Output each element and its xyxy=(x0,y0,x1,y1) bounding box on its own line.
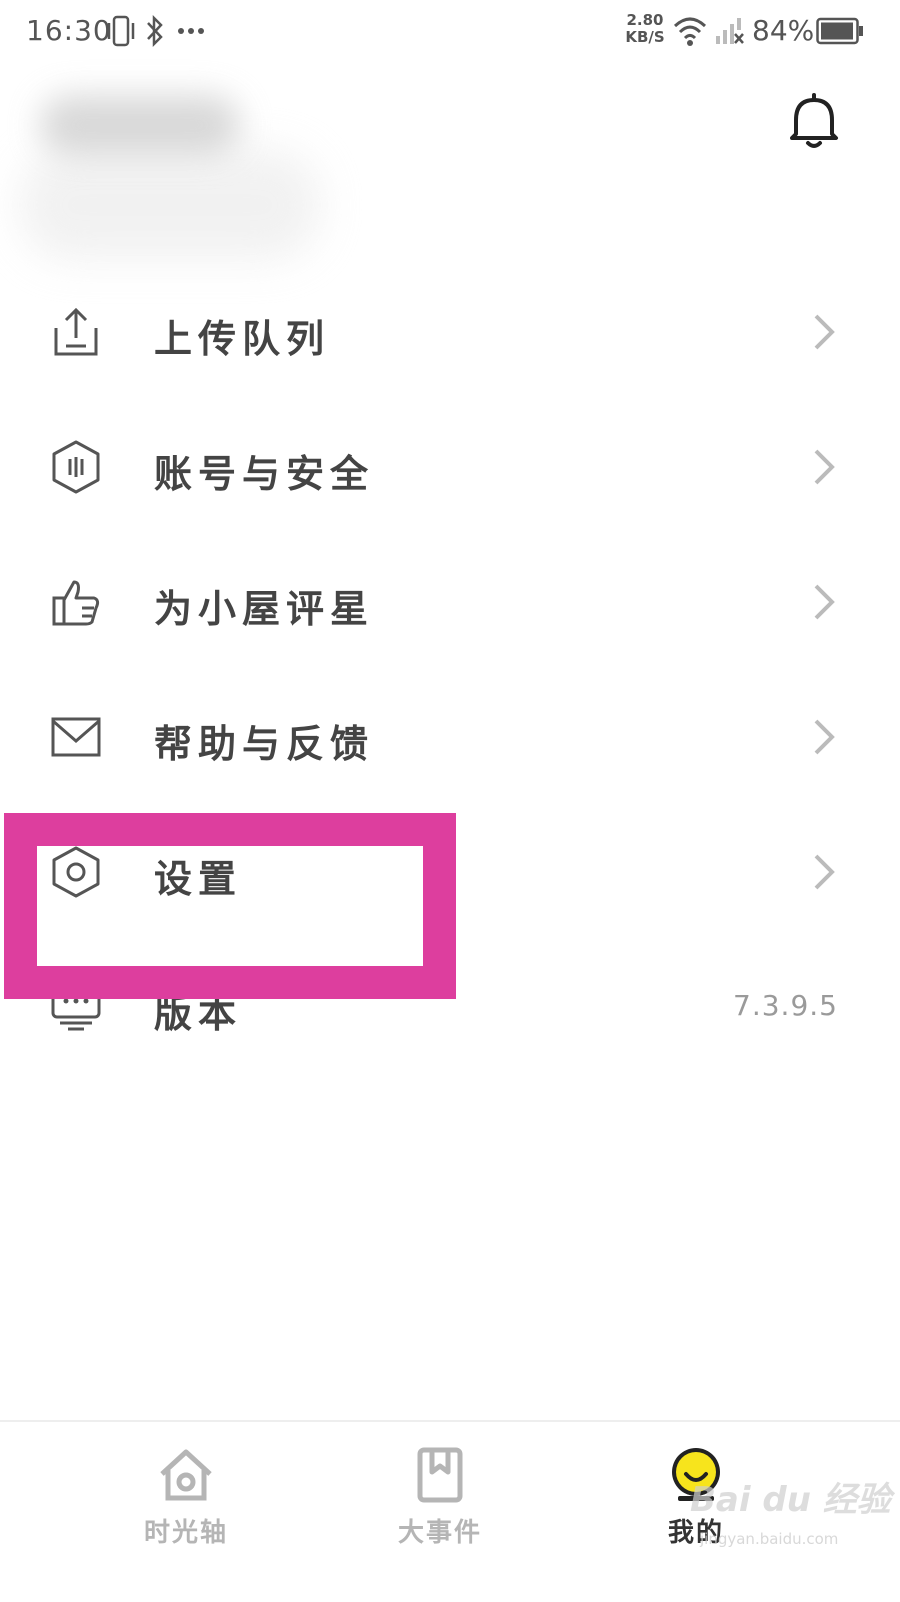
net-speed-value: 2.80 xyxy=(626,11,664,29)
menu-label: 版本 xyxy=(154,991,243,1036)
signal-icon xyxy=(716,18,744,44)
menu-item-account-security[interactable]: 账号与安全 xyxy=(0,405,900,525)
menu-label: 设置 xyxy=(154,856,243,901)
home-icon xyxy=(160,1449,212,1501)
battery-percent: 84% xyxy=(752,14,815,47)
upload-icon xyxy=(54,307,98,356)
chevron-right-icon xyxy=(814,449,835,485)
net-speed: 2.80 KB/S xyxy=(624,12,666,46)
bookmark-icon xyxy=(417,1447,463,1503)
profile-background-blur xyxy=(20,150,320,260)
wifi-icon xyxy=(673,17,707,46)
status-time: 16:30 xyxy=(26,14,112,47)
bluetooth-icon xyxy=(147,14,163,48)
menu-item-upload-queue[interactable]: 上传队列 xyxy=(0,270,900,390)
tab-label: 时光轴 xyxy=(143,1518,228,1548)
menu-label: 为小屋评星 xyxy=(154,586,375,631)
chevron-right-icon xyxy=(814,719,835,755)
thumbs-up-icon xyxy=(52,580,100,626)
menu-item-settings[interactable]: 设置 xyxy=(0,810,900,930)
monitor-chat-icon xyxy=(51,983,101,1031)
profile-name-blurred[interactable] xyxy=(40,95,240,155)
battery-icon xyxy=(816,17,863,45)
mail-icon xyxy=(51,717,101,757)
watermark-url: jingyan.baidu.com xyxy=(700,1530,839,1548)
tab-events[interactable]: 大事件 xyxy=(370,1446,510,1566)
version-number: 7.3.9.5 xyxy=(733,989,838,1022)
menu-item-version: 版本 7.3.9.5 xyxy=(0,945,900,1065)
more-icon xyxy=(178,28,204,34)
tab-label: 大事件 xyxy=(397,1518,482,1548)
menu-item-rate-app[interactable]: 为小屋评星 xyxy=(0,540,900,660)
menu-item-help-feedback[interactable]: 帮助与反馈 xyxy=(0,675,900,795)
tab-timeline[interactable]: 时光轴 xyxy=(116,1446,256,1566)
menu-label: 帮助与反馈 xyxy=(154,721,375,766)
bell-icon[interactable] xyxy=(786,92,842,152)
shield-icon xyxy=(52,440,100,494)
settings-hexagon-icon xyxy=(52,846,100,898)
bottom-nav: 时光轴 大事件 我的 Bai du 经验 jingyan.baidu.com xyxy=(0,1420,900,1602)
net-speed-unit: KB/S xyxy=(625,28,665,46)
status-bar: 16:30 2.80 KB/S 84% xyxy=(0,0,900,64)
menu-label: 账号与安全 xyxy=(154,451,375,496)
menu-label: 上传队列 xyxy=(154,316,331,361)
vibrate-icon xyxy=(107,15,135,47)
chevron-right-icon xyxy=(814,584,835,620)
chevron-right-icon xyxy=(814,854,835,890)
watermark-logo: Bai du 经验 xyxy=(690,1480,891,1520)
chevron-right-icon xyxy=(814,314,835,350)
